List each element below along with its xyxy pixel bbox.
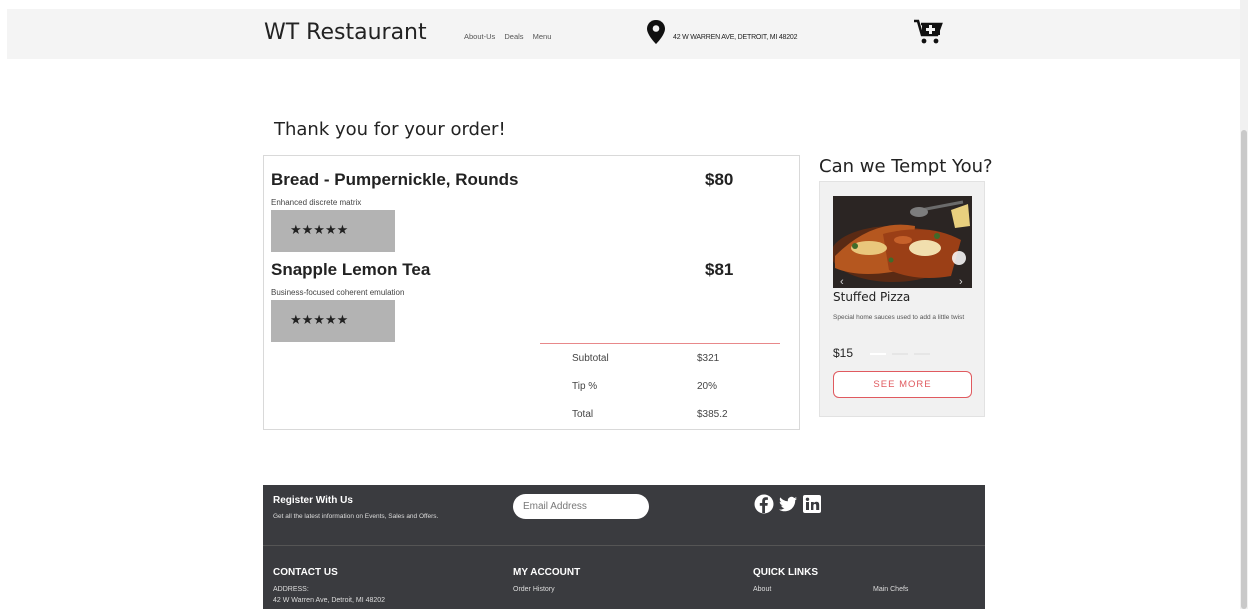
main-chefs-link[interactable]: Main Chefs bbox=[873, 586, 908, 593]
address-label: ADDRESS: bbox=[273, 586, 309, 593]
carousel-dot[interactable] bbox=[892, 353, 908, 355]
summary-divider bbox=[540, 343, 780, 344]
see-more-button[interactable]: SEE MORE bbox=[833, 371, 972, 398]
contact-title: CONTACT US bbox=[273, 567, 338, 578]
top-navbar bbox=[7, 9, 1243, 59]
promo-card: ‹ › Stuffed Pizza Special home sauces us… bbox=[819, 181, 985, 417]
promo-heading: Can we Tempt You? bbox=[819, 156, 993, 177]
carousel-dot[interactable] bbox=[914, 353, 930, 355]
total-label: Total bbox=[572, 409, 594, 420]
email-field[interactable] bbox=[513, 494, 649, 519]
subtotal-label: Subtotal bbox=[572, 353, 609, 364]
order-history-link[interactable]: Order History bbox=[513, 586, 555, 593]
tip-label: Tip % bbox=[572, 381, 598, 392]
location-pin-icon bbox=[647, 20, 665, 44]
carousel-dot[interactable] bbox=[870, 353, 886, 355]
footer-divider bbox=[263, 545, 985, 546]
item-name: Snapple Lemon Tea bbox=[271, 260, 431, 279]
item-price: $81 bbox=[705, 260, 734, 279]
account-title: MY ACCOUNT bbox=[513, 567, 581, 578]
nav-menu[interactable]: Menu bbox=[533, 32, 552, 41]
item-name: Bread - Pumpernickle, Rounds bbox=[271, 170, 519, 189]
item-price: $80 bbox=[705, 170, 734, 189]
register-title: Register With Us bbox=[273, 495, 353, 506]
header-address: 42 W WARREN AVE, DETROIT, MI 48202 bbox=[673, 34, 798, 41]
carousel-next-arrow[interactable]: › bbox=[959, 276, 963, 288]
pizza-image[interactable] bbox=[833, 196, 972, 288]
twitter-icon[interactable] bbox=[778, 494, 798, 514]
register-subtitle: Get all the latest information on Events… bbox=[273, 513, 439, 520]
nav-about-us[interactable]: About-Us bbox=[464, 32, 495, 41]
address-value: 42 W Warren Ave, Detroit, MI 48202 bbox=[273, 597, 386, 604]
order-summary: Bread - Pumpernickle, Rounds $80 Enhance… bbox=[263, 155, 800, 430]
promo-item-description: Special home sauces used to add a little… bbox=[833, 314, 965, 321]
page-scrollbar[interactable] bbox=[1240, 0, 1248, 609]
total-value: $385.2 bbox=[697, 409, 728, 420]
quick-links-title: QUICK LINKS bbox=[753, 567, 818, 578]
about-link[interactable]: About bbox=[753, 586, 771, 593]
main-nav: About-Us Deals Menu bbox=[464, 32, 558, 41]
item-description: Enhanced discrete matrix bbox=[271, 198, 362, 207]
linkedin-icon[interactable] bbox=[802, 494, 822, 514]
promo-item-name: Stuffed Pizza bbox=[833, 290, 911, 304]
nav-deals[interactable]: Deals bbox=[504, 32, 523, 41]
promo-item-price: $15 bbox=[833, 346, 854, 360]
page-title: Thank you for your order! bbox=[274, 119, 506, 140]
brand-logo[interactable]: WT Restaurant bbox=[264, 20, 427, 45]
order-confirmation-page: WT Restaurant About-Us Deals Menu 42 W W… bbox=[0, 0, 1248, 609]
site-footer: Register With Us Get all the latest info… bbox=[263, 485, 985, 609]
subtotal-value: $321 bbox=[697, 353, 720, 364]
rating-box[interactable]: ★★★★★ bbox=[271, 300, 395, 342]
rating-box[interactable]: ★★★★★ bbox=[271, 210, 395, 252]
facebook-icon[interactable] bbox=[754, 494, 774, 514]
carousel-indicators bbox=[870, 353, 940, 355]
scrollbar-thumb[interactable] bbox=[1241, 130, 1247, 609]
carousel-prev-arrow[interactable]: ‹ bbox=[840, 276, 844, 288]
item-description: Business-focused coherent emulation bbox=[271, 288, 405, 297]
tip-value: 20% bbox=[697, 381, 718, 392]
cart-plus-icon[interactable] bbox=[913, 19, 943, 45]
star-rating: ★★★★★ bbox=[290, 222, 349, 237]
star-rating: ★★★★★ bbox=[290, 312, 349, 327]
